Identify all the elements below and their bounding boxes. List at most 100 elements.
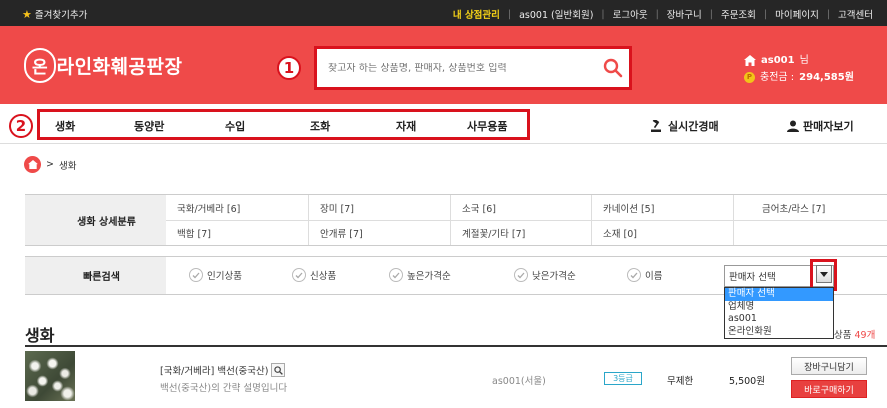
sort-option-popular[interactable]: 인기상품 xyxy=(189,268,242,282)
breadcrumb: > 생화 xyxy=(24,156,76,173)
section-title: 생화 xyxy=(25,326,55,345)
product-grade-badge: 3등급 xyxy=(604,372,642,385)
search-input[interactable] xyxy=(320,62,600,74)
check-circle-icon xyxy=(189,268,203,282)
quick-search-title-text: 빠른검색 xyxy=(83,272,120,283)
breadcrumb-current[interactable]: 생화 xyxy=(59,158,76,172)
nav-item-fresh-flowers[interactable]: 생화 xyxy=(55,118,75,134)
product-name-row: [국화/거베라] 백선(중국산) xyxy=(160,363,286,377)
subcategory-gypsophila[interactable]: 안개류 [7] xyxy=(308,220,450,245)
nav-item-imported[interactable]: 수입 xyxy=(225,118,245,134)
product-seller: as001(서울) xyxy=(492,376,546,387)
order-lookup-link[interactable]: 주문조회 xyxy=(721,7,756,21)
separator: | xyxy=(601,8,605,20)
subcategory-snapdragon[interactable]: 금어초/라스 [7] xyxy=(733,195,887,220)
balance-value: 294,585원 xyxy=(799,72,854,83)
home-icon xyxy=(744,55,756,66)
buy-now-button[interactable]: 바로구매하기 xyxy=(791,380,867,398)
subcategory-table: 생화 상세분류 국화/거베라 [6] 장미 [7] 소국 [6] 카네이션 [5… xyxy=(25,194,887,246)
sort-option-label: 낮은가격순 xyxy=(532,271,576,282)
sort-option-label: 이름 xyxy=(645,271,663,282)
logout-link[interactable]: 로그아웃 xyxy=(613,7,648,21)
add-to-cart-button[interactable]: 장바구니담기 xyxy=(791,357,867,375)
subcategory-empty xyxy=(733,220,887,245)
nav-item-artificial[interactable]: 조화 xyxy=(310,118,330,134)
product-description: 백선(중국산)의 간략 설명입니다 xyxy=(160,383,288,394)
subcategory-title: 생화 상세분류 xyxy=(25,195,166,245)
separator: | xyxy=(709,8,713,20)
check-circle-icon xyxy=(627,268,641,282)
sort-option-price-high[interactable]: 높은가격순 xyxy=(389,268,451,282)
dropdown-option-company[interactable]: 업체명 xyxy=(725,301,833,314)
live-auction-link[interactable]: 실시간경매 xyxy=(651,118,719,134)
product-name[interactable]: [국화/거베라] 백선(중국산) xyxy=(160,363,268,377)
my-store-link[interactable]: 내 상점관리 xyxy=(453,7,500,21)
product-zoom-button[interactable] xyxy=(271,363,286,377)
seller-view-link[interactable]: 판매자보기 xyxy=(787,118,854,134)
seller-select-dropdown-button[interactable] xyxy=(816,265,832,283)
person-icon xyxy=(787,120,799,132)
product-thumbnail[interactable] xyxy=(25,351,75,401)
separator: | xyxy=(826,8,831,20)
check-circle-icon xyxy=(389,268,403,282)
user-name[interactable]: as001 xyxy=(761,52,795,69)
seller-select-value: 판매자 선택 xyxy=(729,272,776,283)
subcategory-lily[interactable]: 백합 [7] xyxy=(166,220,308,245)
add-favorite-link[interactable]: ★ 즐겨찾기추가 xyxy=(22,7,88,22)
dropdown-option-as001[interactable]: as001 xyxy=(725,313,833,326)
nav-item-office-supplies[interactable]: 사무용품 xyxy=(467,118,507,134)
mypage-link[interactable]: 마이페이지 xyxy=(775,7,819,21)
separator: | xyxy=(655,8,659,20)
subcategory-rose[interactable]: 장미 [7] xyxy=(308,195,450,220)
subcategory-carnation[interactable]: 카네이션 [5] xyxy=(591,195,733,220)
site-logo[interactable]: 온 라인화훼공판장 xyxy=(24,47,183,83)
search-button[interactable] xyxy=(600,55,626,81)
quick-search-title: 빠른검색 xyxy=(25,257,166,294)
balance-row: P 충전금 : 294,585원 xyxy=(744,69,854,86)
home-icon xyxy=(27,160,38,169)
subcategory-spray-mum[interactable]: 소국 [6] xyxy=(450,195,591,220)
member-info-link[interactable]: as001 (일반회원) xyxy=(519,7,593,21)
breadcrumb-home-button[interactable] xyxy=(24,156,41,173)
customer-center-link[interactable]: 고객센터 xyxy=(838,7,873,21)
search-box xyxy=(320,52,626,84)
subcategory-chrysanthemum-gerbera[interactable]: 국화/거베라 [6] xyxy=(166,195,308,220)
subcategory-seasonal[interactable]: 계절꽃/기타 [7] xyxy=(450,220,591,245)
top-utility-bar: ★ 즐겨찾기추가 내 상점관리 | as001 (일반회원) | 로그아웃 | … xyxy=(0,0,887,26)
add-favorite-label: 즐겨찾기추가 xyxy=(34,10,88,21)
sort-option-label: 신상품 xyxy=(310,271,337,282)
product-count-value: 49개 xyxy=(854,330,876,341)
product-count-label: 상품 xyxy=(834,330,852,341)
sort-option-name[interactable]: 이름 xyxy=(627,268,662,282)
dropdown-option-online-florist[interactable]: 온라인화원 xyxy=(725,326,833,339)
nav-item-orchids[interactable]: 동양란 xyxy=(134,118,164,134)
logo-text: 라인화훼공판장 xyxy=(56,55,183,78)
product-quantity-limit: 무제한 xyxy=(667,376,694,387)
sort-option-new[interactable]: 신상품 xyxy=(292,268,336,282)
top-links: 내 상점관리 | as001 (일반회원) | 로그아웃 | 장바구니 | 주문… xyxy=(453,7,873,22)
seller-dropdown-list: 판매자 선택 업체명 as001 온라인화원 xyxy=(724,287,834,339)
user-suffix: 님 xyxy=(799,55,809,66)
product-price: 5,500원 xyxy=(729,376,765,387)
seller-view-label: 판매자보기 xyxy=(803,120,854,133)
sort-option-price-low[interactable]: 낮은가격순 xyxy=(514,268,576,282)
logo-badge: 온 xyxy=(24,47,56,83)
nav-item-materials[interactable]: 자재 xyxy=(396,118,416,134)
subcategory-foliage[interactable]: 소재 [0] xyxy=(591,220,733,245)
product-count: 상품 49개 xyxy=(834,327,875,341)
check-circle-icon xyxy=(514,268,528,282)
user-info: as001 님 P 충전금 : 294,585원 xyxy=(744,52,854,86)
annotation-marker-1: 1 xyxy=(277,56,301,80)
cart-link[interactable]: 장바구니 xyxy=(667,7,702,21)
annotation-marker-2: 2 xyxy=(9,114,33,138)
star-icon: ★ xyxy=(22,7,32,21)
subcategory-title-text: 생화 상세분류 xyxy=(77,216,136,228)
breadcrumb-separator: > xyxy=(46,159,54,170)
magnifier-icon xyxy=(274,365,283,375)
dropdown-option-select-seller[interactable]: 판매자 선택 xyxy=(725,288,833,301)
check-circle-icon xyxy=(292,268,306,282)
sort-option-label: 인기상품 xyxy=(207,271,242,282)
balance-label: 충전금 : xyxy=(760,72,795,83)
chevron-down-icon xyxy=(820,271,828,277)
search-highlight-box xyxy=(314,46,632,90)
